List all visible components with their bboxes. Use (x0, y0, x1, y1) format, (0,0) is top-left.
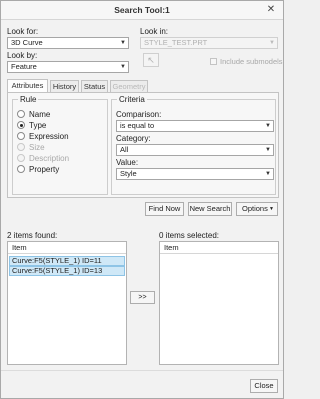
rule-description-radio (17, 154, 25, 162)
rule-size-label: Size (29, 143, 45, 152)
chevron-down-icon: ▼ (265, 123, 271, 129)
rule-property-radio[interactable] (17, 165, 25, 173)
selected-column-header: Item (160, 242, 278, 254)
look-in-label: Look in: (140, 27, 169, 36)
value-value: Style (120, 169, 137, 178)
rule-group-title: Rule (18, 95, 39, 104)
value-dropdown[interactable]: Style ▼ (116, 168, 274, 180)
comparison-label: Comparison: (116, 110, 162, 119)
chevron-down-icon: ▼ (269, 40, 275, 46)
look-by-dropdown[interactable]: Feature ▼ (7, 61, 129, 73)
select-pointer-button[interactable]: ↖ (143, 53, 159, 67)
look-for-label: Look for: (7, 27, 39, 36)
rule-name-label: Name (29, 110, 51, 119)
look-for-value: 3D Curve (11, 38, 43, 47)
category-label: Category: (116, 134, 151, 143)
chevron-down-icon: ▼ (265, 171, 271, 177)
criteria-group: Criteria Comparison: is equal to ▼ Categ… (111, 95, 276, 195)
add-to-selection-button[interactable]: >> (130, 291, 155, 304)
category-dropdown[interactable]: All ▼ (116, 144, 274, 156)
value-label: Value: (116, 158, 139, 167)
look-in-dropdown: STYLE_TEST.PRT ▼ (140, 37, 278, 49)
rule-name-radio[interactable] (17, 110, 25, 118)
rule-description-label: Description (29, 154, 70, 163)
comparison-dropdown[interactable]: is equal to ▼ (116, 120, 274, 132)
footer-divider (1, 370, 283, 371)
rule-expression-radio[interactable] (17, 132, 25, 140)
chevron-down-icon: ▼ (265, 147, 271, 153)
tab-attributes[interactable]: Attributes (7, 79, 48, 93)
category-value: All (120, 145, 129, 154)
cursor-arrow-icon: ↖ (147, 55, 155, 65)
items-selected-label: 0 items selected: (159, 231, 220, 240)
new-search-button[interactable]: New Search (188, 202, 232, 216)
items-found-label: 2 items found: (7, 231, 58, 240)
attributes-panel: Rule Name Type Expression Size Descripti… (7, 92, 279, 198)
options-button[interactable]: Options ▼ (236, 202, 278, 216)
search-tool-dialog: Search Tool:1 ✕ Look for: 3D Curve ▼ Loo… (0, 0, 284, 399)
rule-type-label: Type (29, 121, 47, 130)
comparison-value: is equal to (120, 121, 155, 130)
chevron-down-icon: ▼ (120, 40, 126, 46)
find-now-button[interactable]: Find Now (145, 202, 184, 216)
close-button[interactable]: Close (250, 379, 278, 393)
chevron-down-icon: ▼ (120, 64, 126, 70)
rule-size-radio (17, 143, 25, 151)
selected-list[interactable]: Item (159, 241, 279, 365)
look-for-dropdown[interactable]: 3D Curve ▼ (7, 37, 129, 49)
list-item[interactable]: Curve:F5(STYLE_1) ID=13 (9, 266, 125, 276)
rule-type-radio[interactable] (17, 121, 25, 129)
rule-expression-label: Expression (29, 132, 69, 141)
look-by-value: Feature (11, 62, 37, 71)
close-icon[interactable]: ✕ (265, 4, 277, 15)
list-item[interactable]: Curve:F5(STYLE_1) ID=11 (9, 256, 125, 266)
chevron-down-icon: ▼ (269, 206, 274, 212)
rule-property-label: Property (29, 165, 60, 174)
rule-group: Rule Name Type Expression Size Descripti… (12, 95, 108, 195)
options-label: Options (242, 204, 268, 213)
look-by-label: Look by: (7, 51, 38, 60)
criteria-group-title: Criteria (117, 95, 147, 104)
results-column-header: Item (8, 242, 126, 254)
include-submodels-label: Include submodels (220, 57, 283, 66)
results-list[interactable]: Item Curve:F5(STYLE_1) ID=11 Curve:F5(ST… (7, 241, 127, 365)
window-title: Search Tool:1 (114, 5, 170, 15)
include-submodels-checkbox (210, 58, 217, 65)
look-in-value: STYLE_TEST.PRT (144, 38, 208, 47)
title-bar: Search Tool:1 ✕ (1, 1, 283, 20)
